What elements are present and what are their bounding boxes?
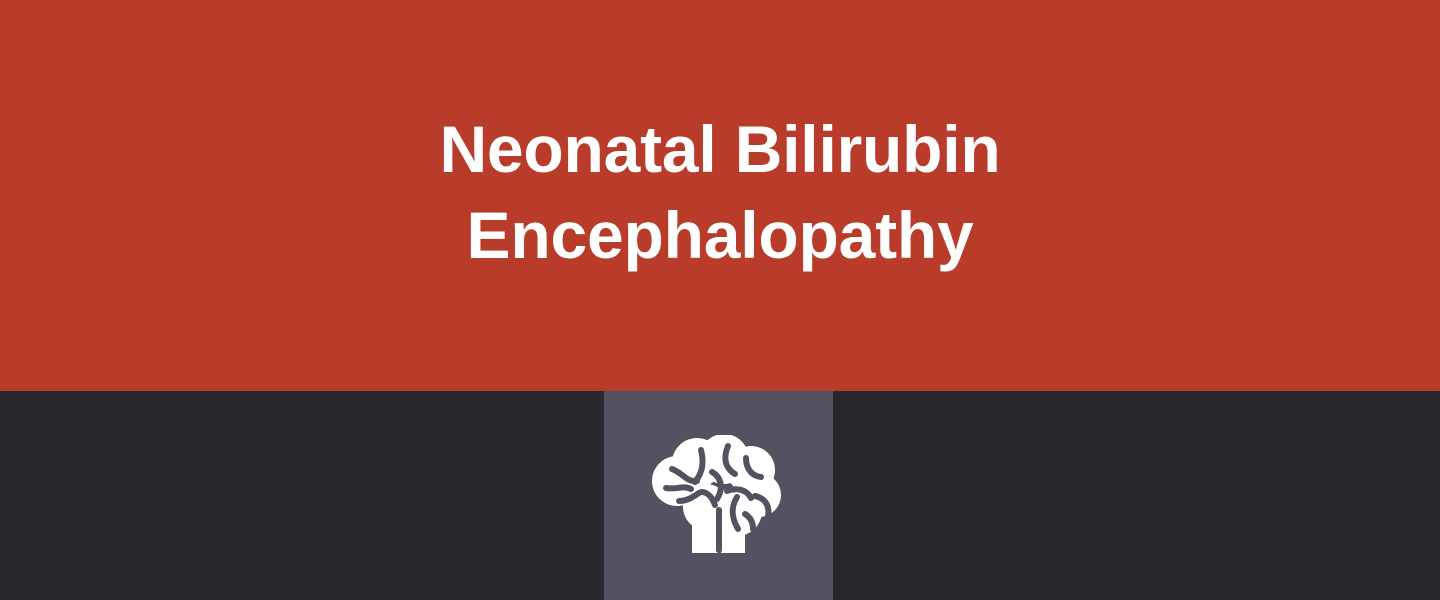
icon-section — [0, 391, 1440, 600]
condition-banner: Neonatal Bilirubin Encephalopathy — [0, 0, 1440, 600]
title-panel: Neonatal Bilirubin Encephalopathy — [0, 0, 1440, 391]
brain-icon — [651, 434, 781, 553]
icon-tile — [604, 391, 833, 600]
page-title: Neonatal Bilirubin Encephalopathy — [270, 106, 1170, 278]
page-title-line-2: Encephalopathy — [466, 197, 974, 272]
page-title-line-1: Neonatal Bilirubin — [439, 111, 1001, 186]
